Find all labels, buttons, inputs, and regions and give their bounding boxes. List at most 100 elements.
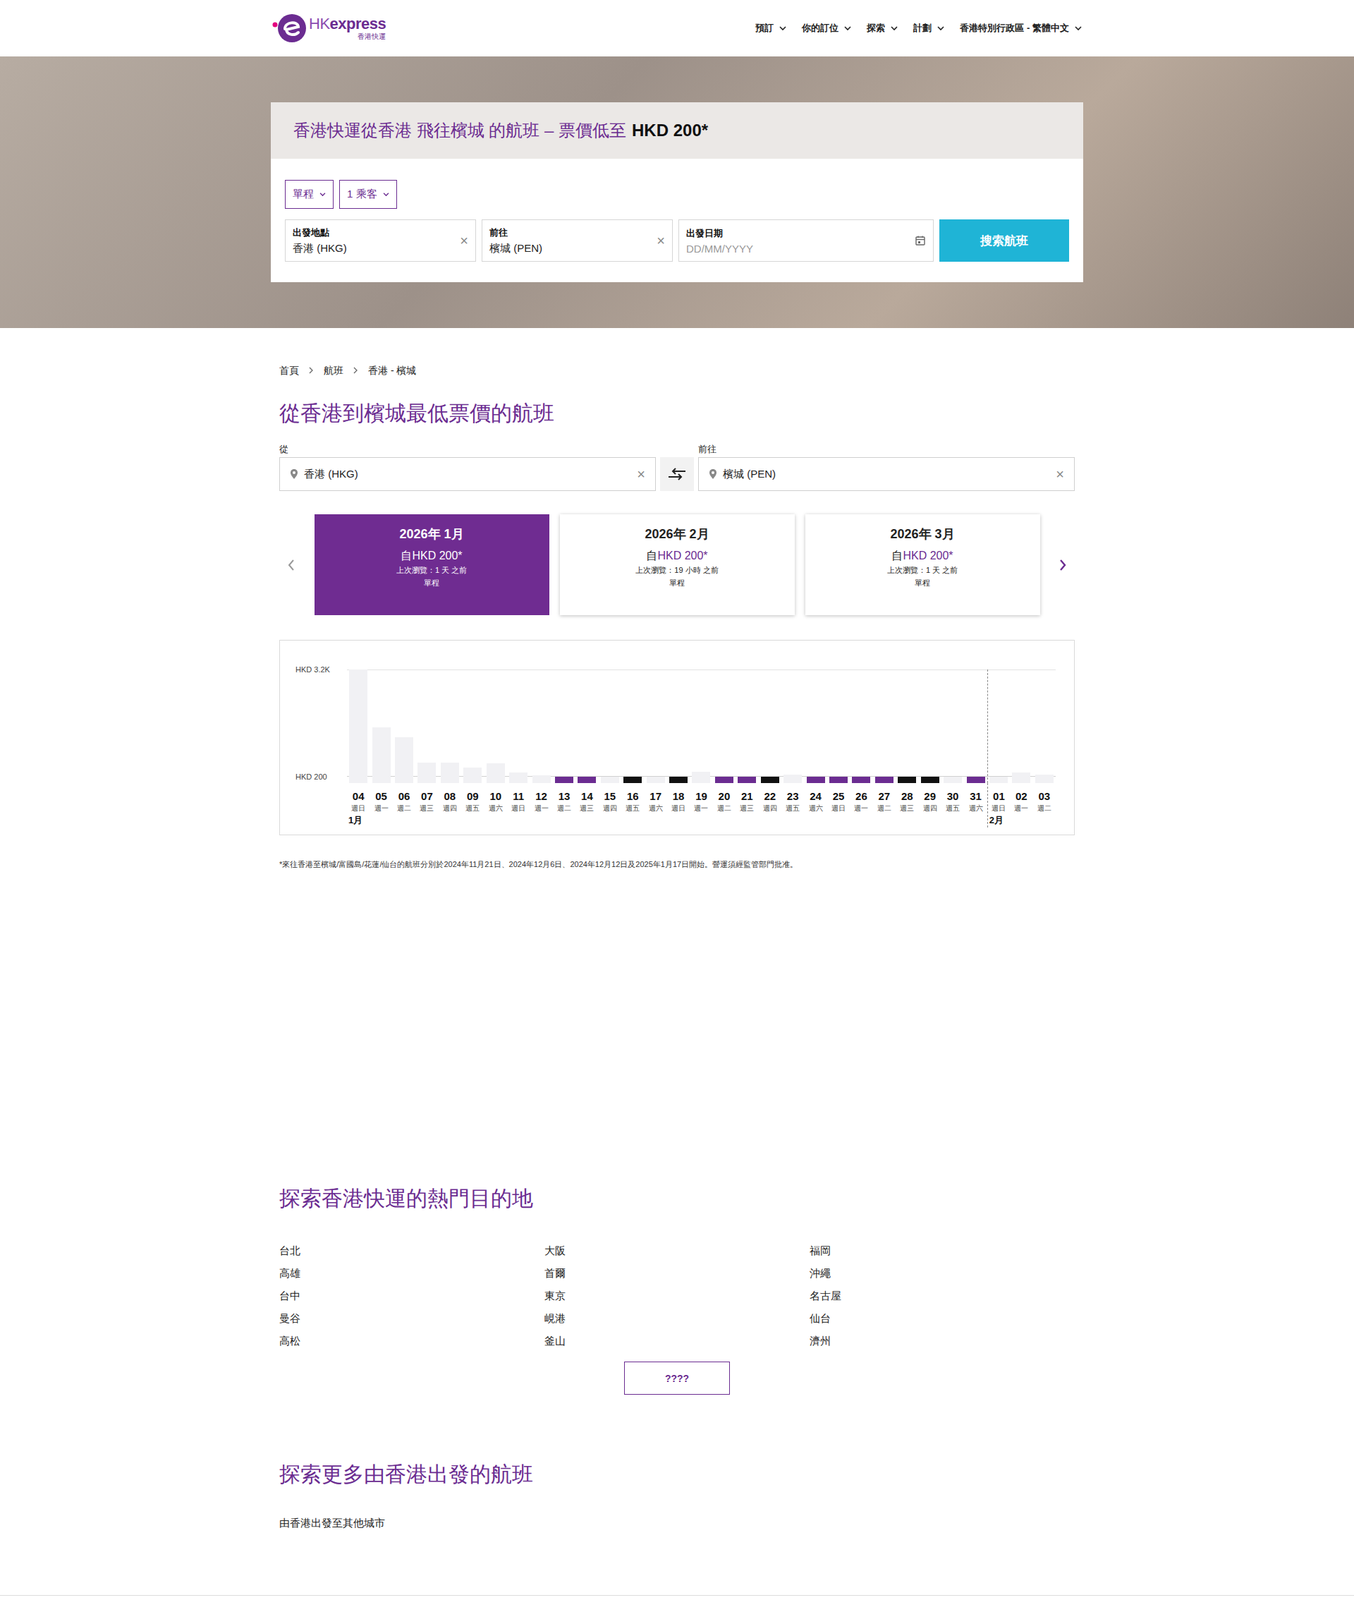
nav-item[interactable]: 香港特別行政區 - 繁體中文 — [959, 21, 1082, 35]
destination-link[interactable]: 峴港 — [544, 1306, 810, 1330]
clear-button[interactable]: × — [656, 233, 666, 248]
price-bar[interactable] — [783, 774, 802, 783]
month-card[interactable]: 2026年 1月自HKD 200*上次瀏覽：1 天 之前單程 — [314, 514, 550, 615]
date-label[interactable]: 30週五 — [941, 782, 965, 828]
month-card[interactable]: 2026年 2月自HKD 200*上次瀏覽：19 小時 之前單程 — [559, 514, 795, 615]
price-bar[interactable] — [669, 776, 688, 783]
date-label[interactable]: 17週六 — [643, 782, 667, 828]
date-label[interactable]: 29週四 — [918, 782, 941, 828]
clear-button[interactable]: × — [459, 233, 469, 248]
price-bar[interactable] — [372, 727, 391, 783]
show-more-button[interactable]: ???? — [624, 1361, 730, 1395]
chevron-right-icon[interactable] — [1057, 557, 1068, 572]
search-field[interactable]: 出發地點香港 (HKG)× — [284, 219, 477, 262]
price-bar[interactable] — [829, 776, 848, 783]
date-label[interactable]: 27週二 — [873, 782, 896, 828]
date-label[interactable]: 10週六 — [484, 782, 508, 828]
nav-item[interactable]: 計劃 — [913, 21, 945, 35]
search-field[interactable]: 前往檳城 (PEN)× — [481, 219, 673, 262]
price-bar[interactable] — [1035, 774, 1054, 783]
price-bar[interactable] — [532, 775, 551, 783]
date-label[interactable]: 31週六 — [964, 782, 987, 828]
price-bar[interactable] — [509, 772, 528, 783]
date-label[interactable]: 24週六 — [803, 782, 827, 828]
price-bar[interactable] — [440, 762, 460, 783]
price-bar[interactable] — [463, 767, 482, 783]
date-label[interactable]: 28週三 — [895, 782, 919, 828]
price-bar[interactable] — [875, 776, 894, 783]
price-bar[interactable] — [646, 776, 666, 783]
destination-link[interactable]: 釜山 — [544, 1329, 810, 1352]
nav-item[interactable]: 你的訂位 — [801, 21, 852, 35]
date-label[interactable]: 20週二 — [712, 782, 736, 828]
date-label[interactable]: 26週一 — [849, 782, 873, 828]
price-bar[interactable] — [737, 776, 756, 783]
clear-button[interactable]: × — [636, 466, 646, 481]
date-label[interactable]: 25週日 — [827, 782, 850, 828]
calendar-icon[interactable] — [914, 234, 926, 247]
price-bar[interactable] — [966, 776, 986, 783]
destination-link[interactable]: 濟州 — [809, 1329, 1075, 1352]
date-label[interactable]: 09週五 — [461, 782, 484, 828]
date-label[interactable]: 22週四 — [758, 782, 782, 828]
date-label[interactable]: 14週三 — [575, 782, 599, 828]
destination-link[interactable]: 高雄 — [279, 1261, 545, 1285]
date-label[interactable]: 12週一 — [529, 782, 553, 828]
price-bar[interactable] — [921, 776, 940, 783]
date-label[interactable]: 08週四 — [438, 782, 462, 828]
destination-link[interactable]: 曼谷 — [279, 1306, 545, 1330]
destination-link[interactable]: 台北 — [279, 1239, 545, 1262]
date-label[interactable]: 01週日2月 — [987, 782, 1010, 828]
date-label[interactable]: 19週一 — [689, 782, 713, 828]
price-bar[interactable] — [486, 763, 505, 783]
search-field[interactable]: 出發日期DD/MM/YYYY — [678, 219, 934, 262]
destination-link[interactable]: 仙台 — [809, 1306, 1075, 1330]
date-label[interactable]: 23週五 — [781, 782, 804, 828]
date-label[interactable]: 16週五 — [621, 782, 644, 828]
price-bar[interactable] — [600, 776, 620, 783]
date-label[interactable]: 07週三 — [415, 782, 438, 828]
nav-item[interactable]: 探索 — [866, 21, 898, 35]
price-bar[interactable] — [417, 762, 436, 783]
other-cities-link[interactable]: 由香港出發至其他城市 — [279, 1515, 1075, 1530]
price-bar[interactable] — [943, 776, 962, 783]
clear-button[interactable]: × — [1055, 466, 1065, 481]
price-bar[interactable] — [554, 776, 574, 783]
trip-type-dropdown[interactable]: 單程 — [284, 179, 334, 209]
search-button[interactable]: 搜索航班 — [939, 219, 1070, 262]
origin-field[interactable]: 香港 (HKG)× — [279, 456, 656, 491]
breadcrumb-item[interactable]: 香港 - 檳城 — [368, 363, 417, 378]
date-label[interactable]: 06週二 — [392, 782, 416, 828]
nav-item[interactable]: 預訂 — [755, 21, 787, 35]
price-bar[interactable] — [989, 776, 1008, 783]
destination-field[interactable]: 檳城 (PEN)× — [698, 456, 1075, 491]
date-label[interactable]: 13週二 — [552, 782, 576, 828]
destination-link[interactable]: 沖繩 — [809, 1261, 1075, 1285]
price-bar[interactable] — [760, 776, 780, 783]
date-label[interactable]: 21週三 — [735, 782, 759, 828]
logo[interactable]: HKexpress香港快運 — [272, 11, 386, 45]
date-label[interactable]: 15週四 — [598, 782, 622, 828]
destination-link[interactable]: 首爾 — [544, 1261, 810, 1285]
price-bar[interactable] — [806, 776, 826, 783]
destination-link[interactable]: 東京 — [544, 1284, 810, 1307]
price-bar[interactable] — [851, 776, 871, 783]
price-bar[interactable] — [623, 776, 642, 783]
destination-link[interactable]: 高松 — [279, 1329, 545, 1352]
price-bar[interactable] — [897, 776, 917, 783]
price-bar[interactable] — [1011, 772, 1031, 783]
passenger-dropdown[interactable]: 1 乘客 — [339, 179, 398, 209]
destination-link[interactable]: 名古屋 — [809, 1284, 1075, 1307]
destination-link[interactable]: 大阪 — [544, 1239, 810, 1262]
date-label[interactable]: 18週日 — [667, 782, 690, 828]
breadcrumb-item[interactable]: 首頁 — [279, 363, 300, 378]
date-label[interactable]: 05週一 — [369, 782, 393, 828]
price-bar[interactable] — [715, 776, 734, 783]
destination-link[interactable]: 福岡 — [809, 1239, 1075, 1262]
price-bar[interactable] — [394, 736, 414, 783]
date-label[interactable]: 03週二 — [1033, 782, 1056, 828]
swap-button[interactable] — [660, 456, 694, 491]
chevron-left-icon[interactable] — [286, 557, 297, 572]
date-label[interactable]: 04週日1月 — [346, 782, 370, 828]
price-bar[interactable] — [691, 771, 711, 783]
